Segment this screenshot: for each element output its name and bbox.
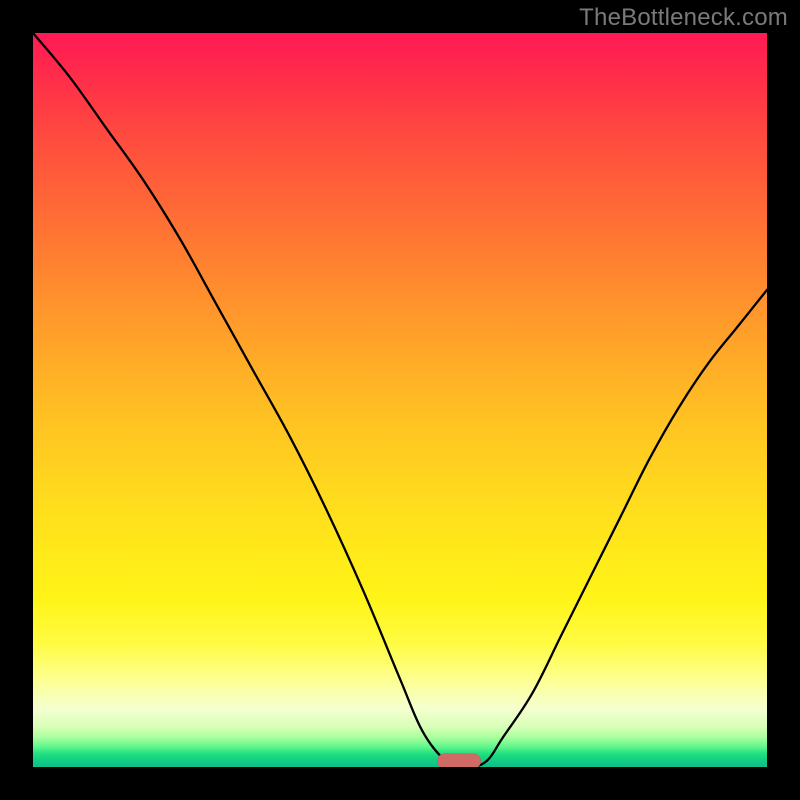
plot-area: [33, 33, 767, 767]
chart-container: TheBottleneck.com: [0, 0, 800, 800]
watermark-text: TheBottleneck.com: [579, 4, 788, 32]
optimal-marker: [437, 754, 481, 768]
bottleneck-curve: [33, 33, 767, 767]
curve-layer: [33, 33, 767, 767]
